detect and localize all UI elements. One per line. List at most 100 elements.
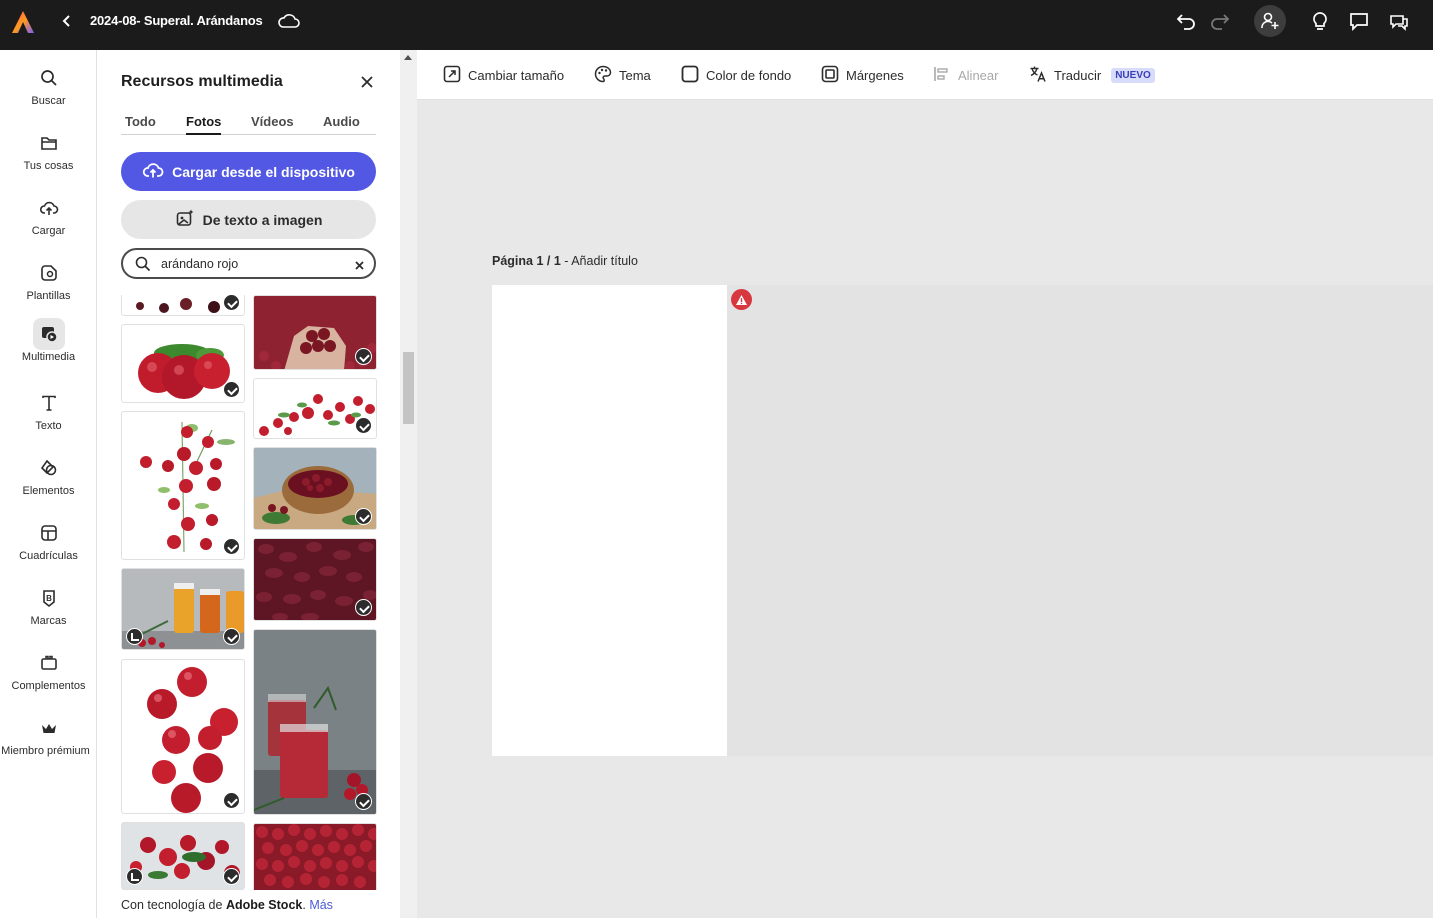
search-field[interactable]	[121, 248, 376, 279]
align-button[interactable]: Alinear	[933, 65, 998, 85]
palette-icon	[594, 65, 612, 86]
rail-item-complementos[interactable]: Complementos	[0, 647, 97, 707]
rail-item-label: Elementos	[22, 485, 75, 497]
left-rail: Buscar Tus cosas Cargar Plantillas Multi…	[0, 50, 97, 918]
panel-scrollbar[interactable]	[400, 50, 417, 918]
rail-item-label: Multimedia	[21, 351, 76, 363]
folder-icon	[33, 127, 65, 159]
premium-badge-icon	[223, 792, 240, 809]
rail-item-label: Texto	[35, 420, 62, 432]
tab-videos[interactable]: Vídeos	[251, 114, 294, 135]
panel-title: Recursos multimedia	[121, 73, 283, 90]
page-label[interactable]: Página 1 / 1 - Añadir título	[492, 254, 638, 268]
rail-item-cargar[interactable]: Cargar	[0, 192, 97, 252]
margins-button[interactable]: Márgenes	[821, 65, 904, 85]
search-icon	[33, 62, 65, 94]
resize-icon	[443, 65, 461, 86]
photo-result[interactable]	[121, 659, 245, 814]
translate-button[interactable]: Traducir NUEVO	[1029, 65, 1155, 85]
tab-fotos[interactable]: Fotos	[186, 114, 222, 135]
rail-item-label: Buscar	[31, 95, 66, 107]
color-swatch-icon	[681, 65, 699, 86]
premium-badge-icon	[355, 417, 372, 434]
rail-item-tus-cosas[interactable]: Tus cosas	[0, 127, 97, 187]
lightbulb-icon[interactable]	[1308, 9, 1332, 33]
rail-item-label: Tus cosas	[23, 160, 74, 172]
shapes-icon	[33, 452, 65, 484]
scroll-up-icon[interactable]	[404, 55, 412, 60]
photo-result[interactable]	[253, 295, 377, 370]
rail-item-plantillas[interactable]: Plantillas	[0, 257, 97, 317]
align-icon	[933, 65, 951, 86]
clear-search-icon[interactable]	[354, 258, 365, 270]
warning-icon[interactable]	[731, 289, 752, 310]
share-comments-icon[interactable]	[1387, 9, 1411, 33]
upload-cloud-icon	[142, 161, 164, 182]
photo-result[interactable]	[253, 378, 377, 439]
chevron-left-icon[interactable]	[58, 12, 76, 30]
design-page[interactable]	[492, 285, 727, 756]
media-panel: Recursos multimedia Todo Fotos Vídeos Au…	[97, 50, 400, 918]
media-tabs: Todo Fotos Vídeos Audio	[121, 111, 376, 135]
templates-icon	[33, 257, 65, 289]
rail-item-marcas[interactable]: B Marcas	[0, 582, 97, 642]
expand-icon[interactable]	[126, 628, 143, 645]
cloud-icon[interactable]	[277, 11, 301, 31]
invite-user-icon[interactable]	[1254, 5, 1286, 37]
search-icon	[135, 256, 151, 272]
photo-result[interactable]	[121, 295, 245, 316]
rail-item-multimedia[interactable]: Multimedia	[0, 318, 97, 378]
text-icon	[33, 387, 65, 419]
media-icon	[32, 318, 65, 350]
premium-badge-icon	[223, 381, 240, 398]
premium-badge-icon	[355, 793, 372, 810]
comment-icon[interactable]	[1347, 9, 1371, 33]
grid-icon	[33, 517, 65, 549]
rail-item-buscar[interactable]: Buscar	[0, 62, 97, 122]
redo-icon[interactable]	[1208, 9, 1232, 33]
undo-icon[interactable]	[1174, 9, 1198, 33]
rail-item-texto[interactable]: Texto	[0, 387, 97, 447]
search-input[interactable]	[161, 255, 341, 273]
adobe-express-logo-icon[interactable]	[10, 9, 36, 35]
resize-button[interactable]: Cambiar tamaño	[443, 65, 564, 85]
rail-item-premium[interactable]: Miembro prémium	[0, 712, 97, 772]
more-link[interactable]: Más	[309, 898, 333, 912]
add-title-text: - Añadir título	[560, 254, 638, 268]
canvas-toolbar: Cambiar tamaño Tema Color de fondo Márge…	[417, 50, 1433, 100]
text-to-image-button[interactable]: De texto a imagen	[121, 200, 376, 239]
upload-from-device-button[interactable]: Cargar desde el dispositivo	[121, 152, 376, 191]
photo-result[interactable]	[121, 568, 245, 650]
theme-button[interactable]: Tema	[594, 65, 651, 85]
rail-item-label: Cuadrículas	[19, 550, 78, 562]
photo-result[interactable]	[253, 823, 377, 890]
document-title[interactable]: 2024-08- Superal. Arándanos	[90, 13, 263, 28]
photo-result[interactable]	[121, 411, 245, 560]
margins-icon	[821, 65, 839, 86]
expand-icon[interactable]	[126, 868, 143, 885]
photo-result[interactable]	[121, 822, 245, 890]
tab-todo[interactable]: Todo	[125, 114, 156, 135]
translate-icon	[1029, 65, 1047, 86]
tab-audio[interactable]: Audio	[323, 114, 360, 135]
photo-result[interactable]	[253, 629, 377, 815]
text-to-image-icon	[175, 208, 195, 231]
scroll-thumb[interactable]	[403, 352, 414, 424]
premium-badge-icon	[355, 508, 372, 525]
premium-badge-icon	[223, 868, 240, 885]
photo-result[interactable]	[121, 324, 245, 403]
premium-badge-icon	[355, 348, 372, 365]
rail-item-cuadriculas[interactable]: Cuadrículas	[0, 517, 97, 577]
photo-result[interactable]	[253, 447, 377, 530]
upload-cloud-icon	[33, 192, 65, 224]
rail-item-elementos[interactable]: Elementos	[0, 452, 97, 512]
premium-badge-icon	[355, 599, 372, 616]
margins-label: Márgenes	[846, 67, 904, 83]
background-color-label: Color de fondo	[706, 67, 792, 83]
photo-result[interactable]	[253, 538, 377, 621]
background-color-button[interactable]: Color de fondo	[681, 65, 791, 85]
footer-prefix: Con tecnología de	[121, 898, 226, 912]
align-label: Alinear	[958, 67, 999, 83]
close-icon[interactable]	[359, 74, 375, 90]
translate-label: Traducir	[1054, 67, 1102, 83]
